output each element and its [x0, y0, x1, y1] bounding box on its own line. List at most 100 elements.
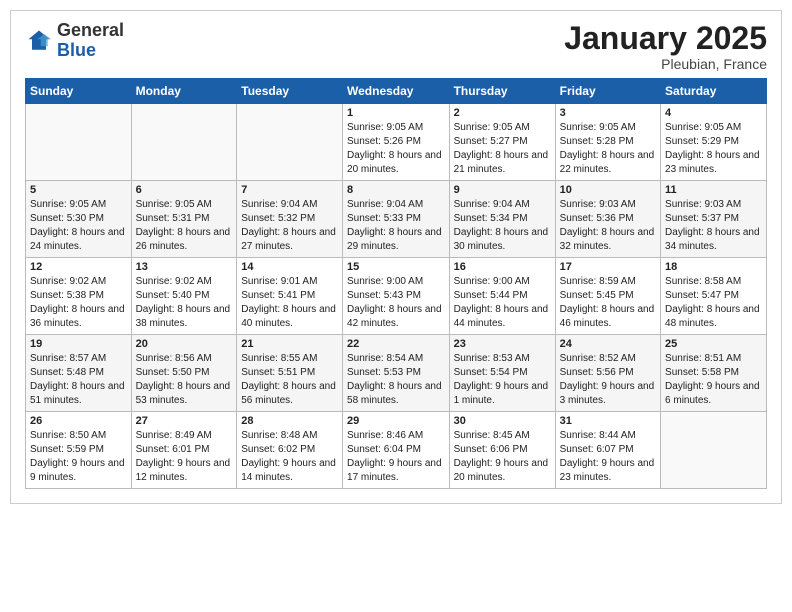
day-cell: 10Sunrise: 9:03 AM Sunset: 5:36 PM Dayli…	[555, 181, 660, 258]
day-info: Sunrise: 8:54 AM Sunset: 5:53 PM Dayligh…	[347, 352, 445, 408]
day-number: 28	[241, 415, 338, 427]
day-info: Sunrise: 9:04 AM Sunset: 5:33 PM Dayligh…	[347, 198, 445, 254]
day-info: Sunrise: 9:04 AM Sunset: 5:34 PM Dayligh…	[454, 198, 551, 254]
day-cell: 28Sunrise: 8:48 AM Sunset: 6:02 PM Dayli…	[237, 412, 343, 489]
day-cell: 19 Sunrise: 8:57 AM Sunset: 5:48 PM Dayli…	[26, 335, 132, 412]
day-info: Sunrise: 8:46 AM Sunset: 6:04 PM Dayligh…	[347, 429, 445, 485]
day-cell: 7 Sunrise: 9:04 AM Sunset: 5:32 PM Daylig…	[237, 181, 343, 258]
day-number: 10	[560, 184, 656, 196]
day-cell: 8 Sunrise: 9:04 AM Sunset: 5:33 PM Daylig…	[343, 181, 450, 258]
day-number: 19	[30, 338, 127, 350]
day-cell: 17Sunrise: 8:59 AM Sunset: 5:45 PM Dayli…	[555, 258, 660, 335]
day-cell: 13Sunrise: 9:02 AM Sunset: 5:40 PM Dayli…	[131, 258, 237, 335]
day-info: Sunrise: 9:05 AM Sunset: 5:27 PM Dayligh…	[454, 121, 551, 177]
day-info: Sunrise: 9:03 AM Sunset: 5:37 PM Dayligh…	[665, 198, 762, 254]
day-number: 6	[136, 184, 233, 196]
day-number: 27	[136, 415, 233, 427]
day-cell: 25 Sunrise: 8:51 AM Sunset: 5:58 PM Dayli…	[661, 335, 767, 412]
day-number: 25	[665, 338, 762, 350]
weekday-header-thursday: Thursday	[449, 79, 555, 104]
calendar-page: General Blue January 2025 Pleubian, Fran…	[10, 10, 782, 504]
day-info: Sunrise: 9:05 AM Sunset: 5:30 PM Dayligh…	[30, 198, 127, 254]
day-info: Sunrise: 9:02 AM Sunset: 5:38 PM Dayligh…	[30, 275, 127, 331]
day-number: 1	[347, 107, 445, 119]
day-info: Sunrise: 8:58 AM Sunset: 5:47 PM Dayligh…	[665, 275, 762, 331]
title-block: January 2025 Pleubian, France	[564, 21, 767, 72]
day-info: Sunrise: 8:55 AM Sunset: 5:51 PM Dayligh…	[241, 352, 338, 408]
day-info: Sunrise: 8:56 AM Sunset: 5:50 PM Dayligh…	[136, 352, 233, 408]
week-row-5: 26 Sunrise: 8:50 AM Sunset: 5:59 PM Dayli…	[26, 412, 767, 489]
week-row-3: 12 Sunrise: 9:02 AM Sunset: 5:38 PM Dayli…	[26, 258, 767, 335]
day-cell: 18 Sunrise: 8:58 AM Sunset: 5:47 PM Dayli…	[661, 258, 767, 335]
day-info: Sunrise: 8:52 AM Sunset: 5:56 PM Dayligh…	[560, 352, 656, 408]
day-number: 23	[454, 338, 551, 350]
day-number: 2	[454, 107, 551, 119]
day-info: Sunrise: 8:50 AM Sunset: 5:59 PM Dayligh…	[30, 429, 127, 485]
weekday-header-monday: Monday	[131, 79, 237, 104]
day-cell: 23 Sunrise: 8:53 AM Sunset: 5:54 PM Dayli…	[449, 335, 555, 412]
day-cell: 27Sunrise: 8:49 AM Sunset: 6:01 PM Dayli…	[131, 412, 237, 489]
weekday-header-tuesday: Tuesday	[237, 79, 343, 104]
weekday-header-wednesday: Wednesday	[343, 79, 450, 104]
month-title: January 2025	[564, 21, 767, 56]
logo-icon	[25, 27, 53, 55]
day-number: 7	[241, 184, 338, 196]
day-cell: 22 Sunrise: 8:54 AM Sunset: 5:53 PM Dayli…	[343, 335, 450, 412]
day-number: 14	[241, 261, 338, 273]
day-number: 9	[454, 184, 551, 196]
day-cell: 3Sunrise: 9:05 AM Sunset: 5:28 PM Daylig…	[555, 104, 660, 181]
day-cell: 15Sunrise: 9:00 AM Sunset: 5:43 PM Dayli…	[343, 258, 450, 335]
day-info: Sunrise: 9:05 AM Sunset: 5:28 PM Dayligh…	[560, 121, 656, 177]
day-info: Sunrise: 9:00 AM Sunset: 5:43 PM Dayligh…	[347, 275, 445, 331]
logo-text: General Blue	[57, 21, 124, 61]
day-info: Sunrise: 9:05 AM Sunset: 5:26 PM Dayligh…	[347, 121, 445, 177]
weekday-header-saturday: Saturday	[661, 79, 767, 104]
day-cell: 14Sunrise: 9:01 AM Sunset: 5:41 PM Dayli…	[237, 258, 343, 335]
day-cell: 9 Sunrise: 9:04 AM Sunset: 5:34 PM Daylig…	[449, 181, 555, 258]
day-info: Sunrise: 8:45 AM Sunset: 6:06 PM Dayligh…	[454, 429, 551, 485]
day-info: Sunrise: 9:04 AM Sunset: 5:32 PM Dayligh…	[241, 198, 338, 254]
day-cell: 11Sunrise: 9:03 AM Sunset: 5:37 PM Dayli…	[661, 181, 767, 258]
day-number: 18	[665, 261, 762, 273]
day-number: 16	[454, 261, 551, 273]
day-cell: 29 Sunrise: 8:46 AM Sunset: 6:04 PM Dayli…	[343, 412, 450, 489]
day-cell: 12 Sunrise: 9:02 AM Sunset: 5:38 PM Dayli…	[26, 258, 132, 335]
weekday-header-friday: Friday	[555, 79, 660, 104]
page-header: General Blue January 2025 Pleubian, Fran…	[25, 21, 767, 72]
day-number: 31	[560, 415, 656, 427]
week-row-4: 19 Sunrise: 8:57 AM Sunset: 5:48 PM Dayli…	[26, 335, 767, 412]
day-cell: 5 Sunrise: 9:05 AM Sunset: 5:30 PM Daylig…	[26, 181, 132, 258]
day-cell: 24 Sunrise: 8:52 AM Sunset: 5:56 PM Dayli…	[555, 335, 660, 412]
day-cell	[661, 412, 767, 489]
day-number: 8	[347, 184, 445, 196]
weekday-header-sunday: Sunday	[26, 79, 132, 104]
day-info: Sunrise: 8:44 AM Sunset: 6:07 PM Dayligh…	[560, 429, 656, 485]
day-number: 4	[665, 107, 762, 119]
day-number: 20	[136, 338, 233, 350]
day-cell: 16 Sunrise: 9:00 AM Sunset: 5:44 PM Dayli…	[449, 258, 555, 335]
day-cell	[131, 104, 237, 181]
day-cell: 6Sunrise: 9:05 AM Sunset: 5:31 PM Daylig…	[131, 181, 237, 258]
day-cell: 20 Sunrise: 8:56 AM Sunset: 5:50 PM Dayli…	[131, 335, 237, 412]
day-info: Sunrise: 8:51 AM Sunset: 5:58 PM Dayligh…	[665, 352, 762, 408]
day-cell: 1 Sunrise: 9:05 AM Sunset: 5:26 PM Daylig…	[343, 104, 450, 181]
location: Pleubian, France	[564, 56, 767, 72]
day-info: Sunrise: 8:59 AM Sunset: 5:45 PM Dayligh…	[560, 275, 656, 331]
day-number: 29	[347, 415, 445, 427]
day-info: Sunrise: 8:57 AM Sunset: 5:48 PM Dayligh…	[30, 352, 127, 408]
day-number: 12	[30, 261, 127, 273]
calendar-table: SundayMondayTuesdayWednesdayThursdayFrid…	[25, 78, 767, 489]
day-cell	[26, 104, 132, 181]
day-number: 5	[30, 184, 127, 196]
day-cell: 30Sunrise: 8:45 AM Sunset: 6:06 PM Dayli…	[449, 412, 555, 489]
day-cell: 4Sunrise: 9:05 AM Sunset: 5:29 PM Daylig…	[661, 104, 767, 181]
logo: General Blue	[25, 21, 124, 61]
day-info: Sunrise: 8:53 AM Sunset: 5:54 PM Dayligh…	[454, 352, 551, 408]
day-number: 24	[560, 338, 656, 350]
day-info: Sunrise: 9:00 AM Sunset: 5:44 PM Dayligh…	[454, 275, 551, 331]
day-number: 21	[241, 338, 338, 350]
day-number: 22	[347, 338, 445, 350]
day-cell: 21 Sunrise: 8:55 AM Sunset: 5:51 PM Dayli…	[237, 335, 343, 412]
day-cell: 26 Sunrise: 8:50 AM Sunset: 5:59 PM Dayli…	[26, 412, 132, 489]
day-number: 26	[30, 415, 127, 427]
